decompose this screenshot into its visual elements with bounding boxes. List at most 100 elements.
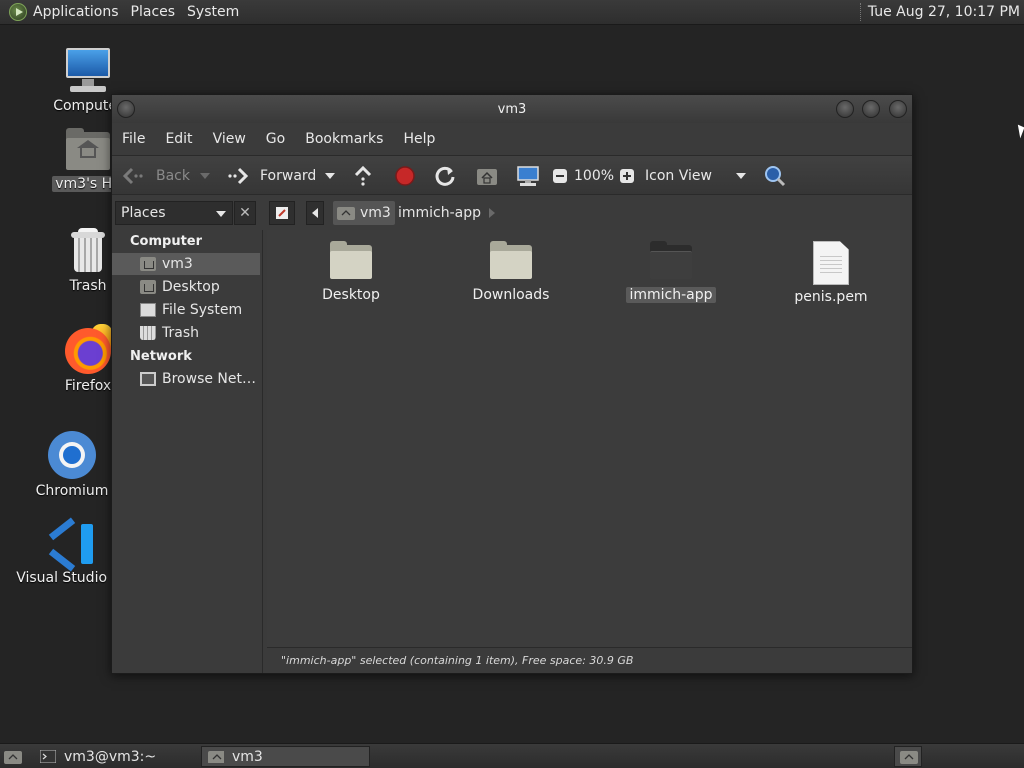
edit-location-icon [276, 207, 288, 219]
sidebar-item-label: File System [162, 302, 243, 318]
forward-arrow-icon [228, 167, 249, 185]
window-menu-button[interactable] [117, 100, 135, 118]
folder-icon [489, 241, 533, 279]
desktop-icon-label: Firefox [64, 378, 112, 394]
menu-go[interactable]: Go [266, 131, 285, 147]
menu-edit[interactable]: Edit [165, 131, 192, 147]
chevron-right-icon [489, 208, 495, 218]
sidebar-type-label: Places [121, 205, 166, 221]
computer-button[interactable] [516, 156, 540, 196]
folder-icon [649, 241, 693, 279]
breadcrumb-scroll-left[interactable] [306, 201, 324, 225]
file-name: immich-app [626, 287, 716, 303]
file-item[interactable]: Desktop [296, 241, 406, 303]
mouse-cursor-icon [1017, 123, 1024, 139]
computer-icon [64, 46, 112, 94]
desktop-icon-label: Trash [69, 278, 107, 294]
search-icon [765, 166, 786, 187]
panel-separator [859, 3, 862, 21]
file-name: penis.pem [794, 289, 868, 305]
reload-button[interactable] [434, 156, 456, 196]
home-button[interactable] [476, 156, 498, 196]
file-item[interactable]: Downloads [456, 241, 566, 303]
forward-history-caret[interactable] [325, 173, 335, 179]
taskbar-item-terminal[interactable]: vm3@vm3:~ [34, 746, 199, 767]
show-desktop-button[interactable] [0, 746, 26, 767]
sidebar-item-trash[interactable]: Trash [112, 322, 260, 344]
desktop-folder-icon [140, 280, 156, 294]
home-folder-icon [140, 257, 156, 271]
home-folder-icon [337, 207, 355, 220]
taskbar-item-label: vm3 [232, 748, 263, 765]
firefox-icon [65, 324, 113, 374]
back-history-caret[interactable] [200, 173, 210, 179]
breadcrumb-immich-app[interactable]: immich-app [394, 201, 485, 225]
vscode-icon [48, 517, 95, 572]
clock[interactable]: Tue Aug 27, 10:17 PM [868, 4, 1020, 20]
sidebar-item-label: Trash [162, 325, 199, 341]
zoom-out-button[interactable] [552, 156, 568, 196]
file-item[interactable]: penis.pem [776, 241, 886, 305]
menu-view[interactable]: View [213, 131, 246, 147]
breadcrumb-label: vm3 [360, 205, 391, 221]
menu-help[interactable]: Help [403, 131, 435, 147]
home-folder-icon [477, 169, 497, 185]
zoom-in-button[interactable] [619, 156, 635, 196]
computer-icon [517, 166, 539, 186]
view-mode-caret[interactable] [736, 173, 746, 179]
sidebar-heading-computer: Computer [130, 234, 203, 249]
sidebar-item-label: Desktop [162, 279, 220, 295]
top-panel: Applications Places System Tue Aug 27, 1… [0, 0, 1024, 25]
taskbar-item-file-manager[interactable]: vm3 [201, 746, 370, 767]
places-sidebar: Computer vm3 Desktop File System Trash N… [112, 230, 263, 673]
sidebar-item-desktop[interactable]: Desktop [112, 276, 260, 298]
view-mode-select[interactable]: Icon View [645, 156, 712, 196]
stop-icon [395, 166, 415, 186]
zoom-level-label: 100% [574, 168, 615, 184]
sidebar-heading-network: Network [130, 349, 192, 364]
toolbar: Back Forward 100% Icon View [112, 155, 912, 195]
window-titlebar[interactable]: vm3 [112, 95, 912, 123]
maximize-button[interactable] [862, 100, 880, 118]
trash-icon [140, 326, 156, 340]
up-button[interactable] [352, 156, 374, 196]
location-bar: Places ✕ vm3 immich-app [112, 196, 912, 230]
menu-bookmarks[interactable]: Bookmarks [305, 131, 383, 147]
stop-button[interactable] [394, 156, 416, 196]
sidebar-item-vm3[interactable]: vm3 [112, 253, 260, 275]
chevron-down-icon [216, 211, 226, 217]
desktop-icon-vscode[interactable]: Visual Studio Co [16, 517, 130, 586]
system-menu[interactable]: System [183, 4, 247, 20]
back-button[interactable]: Back [122, 156, 190, 196]
file-name: Downloads [472, 287, 550, 303]
search-button[interactable] [763, 156, 787, 196]
breadcrumb-scroll-right[interactable] [484, 201, 500, 225]
close-button[interactable] [889, 100, 907, 118]
mate-logo-icon[interactable] [9, 3, 27, 21]
sidebar-item-browse-network[interactable]: Browse Net… [112, 368, 260, 390]
menubar: File Edit View Go Bookmarks Help [112, 123, 912, 155]
applications-menu[interactable]: Applications [33, 4, 127, 20]
sidebar-type-select[interactable]: Places [115, 201, 233, 225]
sidebar-item-file-system[interactable]: File System [112, 299, 260, 321]
back-arrow-icon [122, 167, 143, 185]
zoom-level[interactable]: 100% [574, 156, 614, 196]
workspace-switcher[interactable] [894, 746, 922, 767]
close-sidebar-button[interactable]: ✕ [234, 201, 256, 225]
file-icon-view[interactable]: Desktop Downloads immich-app penis.pem [267, 230, 912, 647]
toggle-location-button[interactable] [269, 201, 295, 225]
file-item-selected[interactable]: immich-app [616, 241, 726, 303]
minimize-button[interactable] [836, 100, 854, 118]
places-menu[interactable]: Places [127, 4, 184, 20]
status-bar: "immich-app" selected (containing 1 item… [267, 647, 912, 673]
reload-icon [435, 166, 455, 186]
window-title: vm3 [497, 101, 527, 117]
menu-file[interactable]: File [122, 131, 145, 147]
chromium-icon [48, 431, 96, 479]
trash-icon [68, 228, 108, 274]
taskbar-item-label: vm3@vm3:~ [64, 748, 157, 765]
forward-button[interactable]: Forward [226, 156, 316, 196]
breadcrumb-vm3[interactable]: vm3 [333, 201, 395, 225]
desktop-icon-chromium[interactable]: Chromium [27, 431, 117, 499]
drive-icon [140, 303, 156, 317]
